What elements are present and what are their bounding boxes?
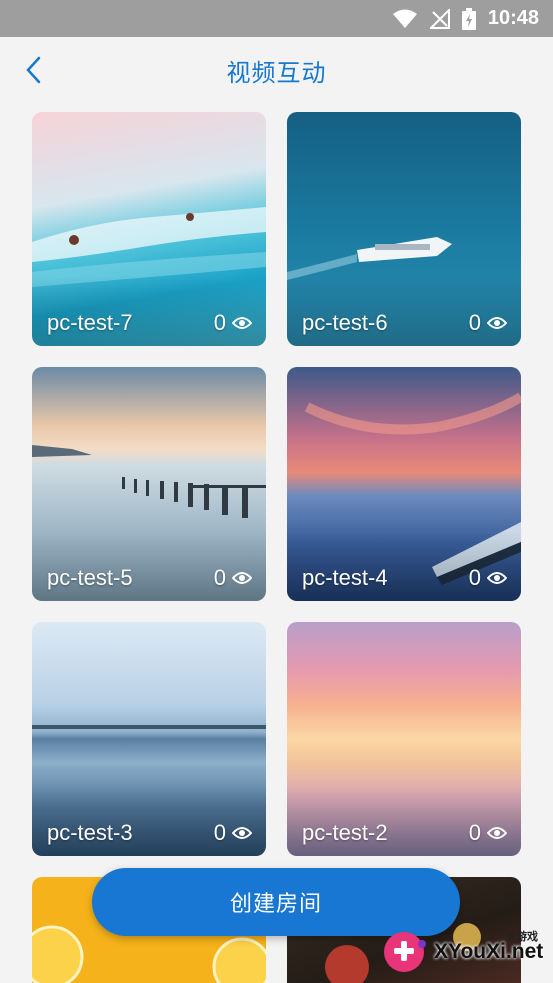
page-title: 视频互动 [226, 58, 327, 87]
view-count: 0 [214, 565, 252, 591]
chevron-left-icon [26, 56, 41, 84]
room-name: pc-test-4 [302, 565, 388, 590]
watermark-text: XYouXi.net [434, 940, 544, 963]
eye-icon [487, 317, 507, 329]
view-count-value: 0 [213, 820, 226, 845]
room-name: pc-test-7 [47, 310, 133, 335]
view-count: 0 [214, 820, 252, 846]
room-name: pc-test-5 [47, 565, 133, 590]
view-count: 0 [214, 310, 252, 336]
view-count-value: 0 [468, 820, 481, 845]
back-button[interactable] [18, 53, 48, 87]
status-bar: 10:48 [0, 0, 553, 37]
room-name: pc-test-3 [47, 820, 133, 845]
wifi-icon [392, 9, 417, 28]
room-card[interactable]: pc-test-4 0 [287, 367, 521, 601]
eye-icon [232, 827, 252, 839]
view-count: 0 [469, 820, 507, 846]
eye-icon [232, 572, 252, 584]
eye-icon [487, 572, 507, 584]
room-card[interactable]: pc-test-6 0 [287, 112, 521, 346]
view-count-value: 0 [468, 565, 481, 590]
eye-icon [232, 317, 252, 329]
watermark: X游戏 XYouXi.net [382, 924, 550, 976]
no-signal-icon [429, 8, 450, 29]
room-card[interactable]: pc-test-3 0 [32, 622, 266, 856]
battery-charging-icon [461, 7, 476, 30]
view-count: 0 [469, 565, 507, 591]
view-count: 0 [469, 310, 507, 336]
status-time: 10:48 [487, 7, 539, 29]
room-card[interactable]: pc-test-7 0 [32, 112, 266, 346]
room-card[interactable]: pc-test-2 0 [287, 622, 521, 856]
view-count-value: 0 [468, 310, 481, 335]
room-card[interactable]: pc-test-5 0 [32, 367, 266, 601]
room-name: pc-test-2 [302, 820, 388, 845]
view-count-value: 0 [213, 310, 226, 335]
room-name: pc-test-6 [302, 310, 388, 335]
view-count-value: 0 [213, 565, 226, 590]
eye-icon [487, 827, 507, 839]
app-header: 视频互动 [0, 37, 553, 103]
gamepad-logo-icon [384, 932, 426, 972]
